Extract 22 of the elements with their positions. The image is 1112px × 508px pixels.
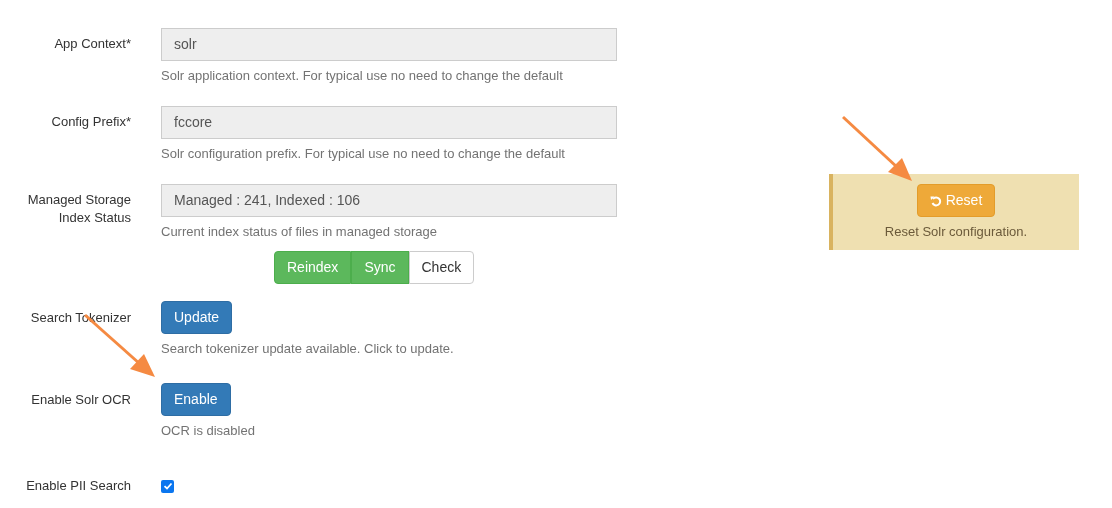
field-label: Enable Solr OCR — [30, 391, 131, 409]
action-button[interactable]: Update — [161, 301, 233, 334]
toolbar-button[interactable]: Reindex — [274, 251, 352, 284]
help-text: Search tokenizer update available. Click to update. — [161, 340, 454, 358]
help-text: Solr configuration prefix. For typical use no need to change the default — [161, 145, 566, 163]
help-text: Reset Solr configuration. — [884, 223, 1028, 241]
toolbar-button[interactable]: Check — [408, 251, 475, 284]
checkbox[interactable] — [161, 479, 174, 493]
input-field[interactable]: fccore — [161, 106, 617, 139]
field-label: Search Tokenizer — [29, 309, 131, 327]
field-label: App Context* — [53, 35, 131, 53]
action-button[interactable]: Enable — [161, 383, 231, 416]
field-label: Config Prefix* — [50, 113, 131, 131]
field-label: Managed Storage Index Status — [26, 191, 131, 227]
undo-icon — [929, 194, 942, 207]
input-field[interactable]: solr — [161, 28, 617, 61]
field-label: Enable PII Search — [25, 477, 131, 495]
help-text: OCR is disabled — [161, 422, 255, 440]
toolbar-button[interactable]: Sync — [351, 251, 409, 284]
help-text: Current index status of files in managed storage — [161, 223, 439, 241]
input-field[interactable]: Managed : 241, Indexed : 106 — [161, 184, 617, 217]
help-text: Solr application context. For typical use no need to change the default — [161, 67, 564, 85]
